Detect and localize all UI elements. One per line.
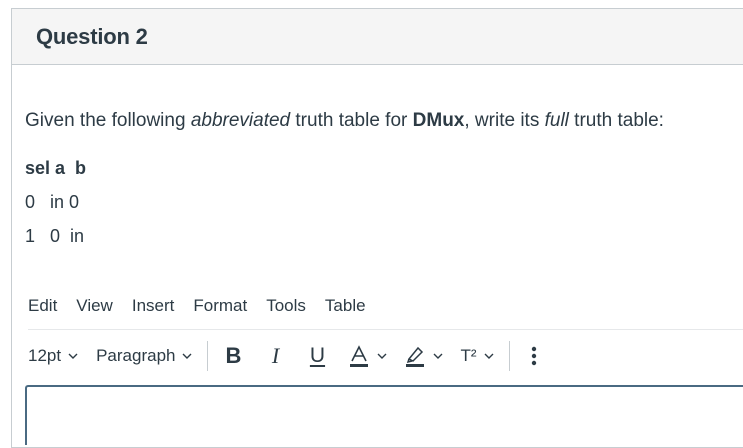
prompt-text: Given the following [25, 110, 191, 131]
font-size-select[interactable]: 12pt [28, 346, 79, 366]
menu-insert[interactable]: Insert [132, 296, 175, 316]
prompt-text: truth table: [568, 110, 664, 131]
block-format-select[interactable]: Paragraph [96, 346, 193, 366]
text-color-glyph [350, 345, 369, 367]
prompt-emphasis: abbreviated [190, 110, 291, 131]
truth-table-row: 1 0 in [25, 226, 85, 246]
font-size-value: 12pt [28, 346, 62, 365]
more-icon[interactable] [524, 341, 544, 371]
question-prompt: Given the following abbreviated truth ta… [25, 110, 664, 132]
menu-tools[interactable]: Tools [266, 296, 306, 316]
chevron-down-icon [68, 353, 78, 359]
text-color-icon[interactable] [348, 341, 388, 371]
question-header: Question 2 [12, 9, 743, 65]
toolbar-divider [28, 329, 743, 330]
chevron-down-icon [433, 353, 443, 359]
toolbar-separator [508, 341, 510, 371]
menu-table[interactable]: Table [325, 296, 366, 316]
chevron-down-icon [182, 353, 192, 359]
menu-edit[interactable]: Edit [28, 296, 57, 316]
prompt-text: , write its [464, 110, 545, 131]
menu-view[interactable]: View [76, 296, 113, 316]
italic-icon[interactable]: I [264, 341, 286, 371]
editor-toolbar: 12pt Paragraph B I U T² [28, 339, 740, 373]
underline-icon[interactable]: U [306, 341, 328, 371]
toolbar-separator [207, 341, 209, 371]
truth-table-header: sel a b [25, 158, 87, 178]
prompt-text: truth table for [290, 110, 413, 131]
truth-table-row: 0 in 0 [25, 192, 80, 212]
chevron-down-icon [484, 353, 494, 359]
bold-icon[interactable]: B [222, 341, 244, 371]
menu-format[interactable]: Format [193, 296, 247, 316]
question-title: Question 2 [36, 23, 148, 49]
highlight-glyph [406, 346, 425, 367]
answer-editor[interactable] [25, 385, 743, 445]
more-glyph [531, 346, 536, 366]
question-card: Question 2 [11, 8, 743, 448]
chevron-down-icon [377, 353, 387, 359]
block-format-value: Paragraph [96, 346, 176, 365]
prompt-emphasis: full [544, 110, 569, 131]
highlight-icon[interactable] [404, 341, 444, 371]
editor-menubar: Edit View Insert Format Tools Table [28, 296, 385, 316]
superscript-label: T² [460, 346, 477, 365]
prompt-chip-name: DMux [412, 110, 465, 131]
superscript-icon[interactable]: T² [460, 341, 494, 371]
